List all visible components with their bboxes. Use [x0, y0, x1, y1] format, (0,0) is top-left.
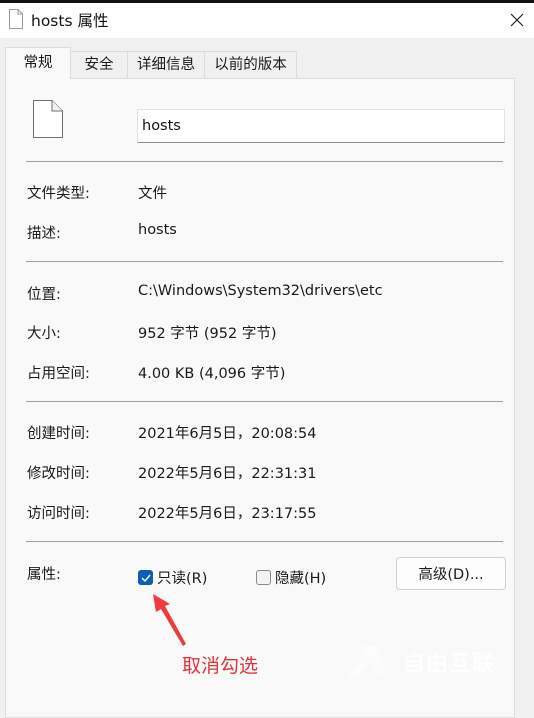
- divider: [26, 541, 503, 542]
- divider: [26, 401, 503, 402]
- file-type-value: 文件: [138, 186, 167, 202]
- divider: [26, 161, 503, 162]
- accessed-value: 2022年5月6日，23:17:55: [138, 506, 317, 522]
- description-label: 描述:: [27, 226, 61, 242]
- hidden-checkbox[interactable]: 隐藏(H): [256, 567, 326, 588]
- file-type-label: 文件类型:: [27, 186, 90, 202]
- location-label: 位置:: [27, 287, 61, 303]
- modified-label: 修改时间:: [27, 466, 90, 482]
- document-icon: [33, 100, 63, 138]
- advanced-button[interactable]: 高级(D)...: [396, 557, 506, 590]
- size-on-disk-value: 4.00 KB (4,096 字节): [138, 366, 286, 382]
- tab-general[interactable]: 常规: [5, 47, 71, 79]
- close-button[interactable]: [500, 3, 534, 37]
- tab-details[interactable]: 详细信息: [127, 51, 205, 78]
- tab-security[interactable]: 安全: [70, 51, 128, 78]
- watermark-text: 自由互联: [403, 652, 496, 677]
- hidden-label: 隐藏(H): [275, 571, 327, 587]
- size-label: 大小:: [27, 326, 61, 342]
- window-title: hosts 属性: [31, 12, 109, 30]
- document-icon: [9, 9, 23, 29]
- attributes-label: 属性:: [27, 567, 61, 583]
- arrow-up-left-icon: [153, 594, 186, 646]
- close-icon: [510, 13, 524, 27]
- general-panel: [5, 78, 515, 718]
- created-label: 创建时间:: [27, 426, 90, 442]
- created-value: 2021年6月5日，20:08:54: [138, 426, 317, 442]
- modified-value: 2022年5月6日，22:31:31: [138, 466, 317, 482]
- readonly-label: 只读(R): [157, 571, 208, 587]
- file-name-input[interactable]: [137, 109, 505, 143]
- location-value: C:\Windows\System32\drivers\etc: [138, 283, 383, 299]
- title-bar: hosts 属性: [0, 3, 534, 38]
- checkbox-unchecked-icon[interactable]: [256, 570, 271, 585]
- divider: [26, 261, 503, 262]
- description-value: hosts: [138, 222, 177, 238]
- checkbox-checked-icon[interactable]: [138, 570, 153, 585]
- accessed-label: 访问时间:: [27, 506, 90, 522]
- size-value: 952 字节 (952 字节): [138, 326, 277, 342]
- readonly-checkbox[interactable]: 只读(R): [138, 567, 207, 588]
- tab-strip: 常规 安全 详细信息 以前的版本: [0, 38, 534, 79]
- tab-previous-versions[interactable]: 以前的版本: [204, 51, 297, 78]
- annotation-text: 取消勾选: [182, 655, 259, 677]
- size-on-disk-label: 占用空间:: [27, 366, 90, 382]
